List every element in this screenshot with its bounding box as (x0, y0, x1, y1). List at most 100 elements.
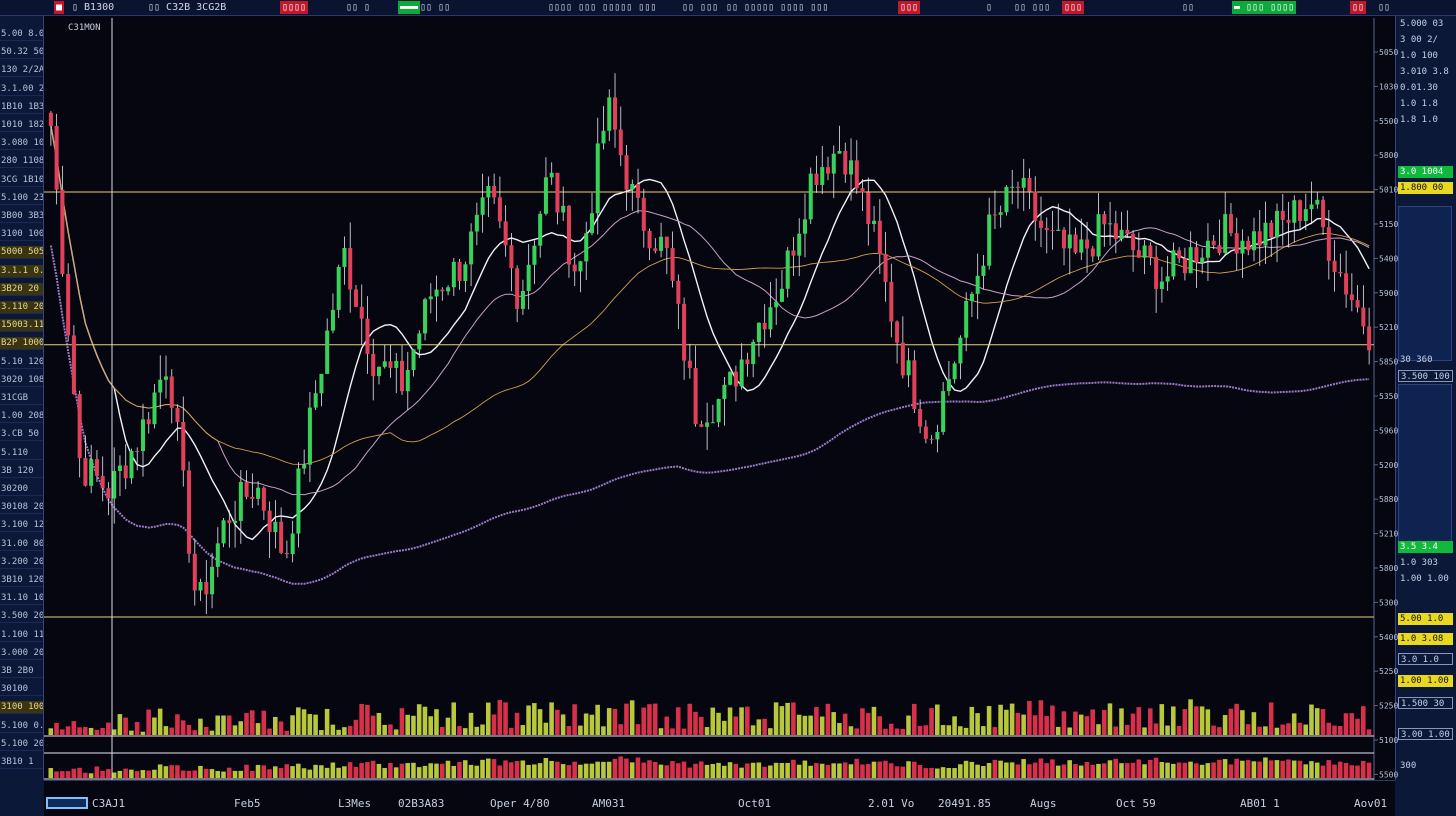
volume-bar-secondary (750, 762, 756, 778)
volume-bar-secondary (1032, 762, 1038, 778)
volume-bar-secondary (1355, 765, 1360, 778)
volume-bar-secondary (330, 762, 336, 778)
volume-bar (1228, 708, 1234, 735)
volume-bar (111, 729, 117, 735)
volume-bar-secondary (209, 769, 215, 778)
candle (630, 179, 635, 211)
time-axis-label: 02B3A83 (398, 797, 445, 810)
volume-bar-secondary (595, 761, 600, 778)
candle (1079, 218, 1084, 260)
volume-bar (722, 720, 727, 735)
candle (607, 89, 612, 142)
volume-bar-secondary (480, 759, 485, 778)
time-axis-label: Oct01 (738, 797, 772, 810)
volume-bar-secondary (785, 762, 790, 778)
volume-bar-secondary (635, 757, 641, 778)
volume-bar (411, 715, 416, 735)
volume-bar (670, 728, 675, 735)
volume-bar (693, 711, 698, 735)
volume-bar-secondary (146, 770, 151, 778)
volume-bar (140, 731, 146, 735)
candle (486, 176, 491, 218)
volume-bar (1343, 713, 1349, 735)
volume-bar-secondary (1337, 761, 1343, 778)
candle (831, 145, 836, 199)
volume-bar (439, 726, 445, 735)
volume-bar-secondary (1096, 763, 1101, 778)
time-axis: C3AJ1 Feb5 L3Mes 02B3A83 Oper 4/80 AM031 Oct01… (44, 780, 1395, 816)
volume-bar-secondary (1257, 761, 1262, 778)
candle (1090, 245, 1095, 263)
volume-bar-secondary (756, 762, 762, 778)
volume-bar-secondary (578, 764, 583, 778)
volume-bar-secondary (871, 761, 877, 778)
volume-bar (1263, 726, 1268, 735)
volume-bar (1199, 706, 1205, 735)
volume-bar (1147, 708, 1153, 735)
volume-bar-secondary (566, 765, 572, 778)
bottom-left-corner (0, 780, 44, 816)
candle (175, 404, 180, 441)
price-chart[interactable]: 5050 1030 5500 5800 5010 5150 5400 5900 5210 5850… (0, 0, 1456, 816)
volume-bar-secondary (946, 767, 952, 778)
candle (307, 392, 312, 483)
volume-bar (940, 725, 946, 735)
volume-bar-secondary (1101, 763, 1107, 778)
volume-bar (894, 728, 900, 735)
candle (1257, 209, 1262, 266)
volume-bar (1061, 711, 1067, 735)
volume-bar (1050, 705, 1055, 735)
volume-bar-secondary (365, 762, 370, 778)
volume-bar (762, 718, 767, 735)
volume-bar-secondary (468, 764, 474, 778)
volume-bar (180, 720, 186, 735)
volume-bar (273, 716, 278, 735)
candle (135, 447, 140, 471)
candle (733, 365, 738, 402)
volume-bar (434, 709, 439, 735)
volume-bar (1326, 722, 1332, 735)
volume-bar (514, 712, 520, 735)
volume-bar (779, 706, 785, 735)
volume-bar (1015, 712, 1021, 735)
time-range-selector[interactable] (46, 797, 88, 809)
volume-bar (923, 725, 929, 735)
volume-bar (123, 717, 128, 735)
candle (964, 292, 969, 352)
volume-bar-secondary (612, 758, 618, 778)
volume-bar (1136, 707, 1142, 735)
candle (423, 297, 428, 341)
volume-bar-secondary (1274, 760, 1280, 778)
candle (705, 402, 710, 450)
volume-bar (296, 707, 301, 735)
volume-bar-secondary (739, 767, 744, 778)
volume-bar (1257, 726, 1262, 735)
volume-bar (54, 722, 59, 735)
volume-bar (175, 714, 180, 735)
volume-bar-secondary (1142, 764, 1147, 778)
volume-bar-secondary (497, 765, 503, 778)
price-axis-label: 5150 (1379, 220, 1398, 229)
candle (54, 113, 59, 205)
candle (768, 282, 773, 338)
candle (359, 284, 364, 346)
volume-bar-secondary (1171, 763, 1176, 778)
volume-bar (290, 715, 295, 735)
volume-bar (566, 726, 572, 735)
candle (1182, 247, 1187, 281)
volume-bar (284, 730, 290, 735)
candle (578, 260, 583, 293)
candle (1194, 241, 1199, 288)
volume-bar-secondary (1245, 760, 1251, 778)
volume-bar (221, 715, 226, 735)
candle (233, 500, 238, 548)
volume-bar (163, 726, 169, 735)
volume-bar (422, 706, 428, 735)
candle (745, 352, 750, 377)
volume-bar-secondary (296, 763, 301, 778)
volume-bar-secondary (745, 763, 750, 778)
candle (1010, 169, 1015, 205)
volume-bar (1165, 725, 1170, 735)
volume-bar (629, 700, 635, 735)
volume-bar-secondary (986, 763, 992, 778)
